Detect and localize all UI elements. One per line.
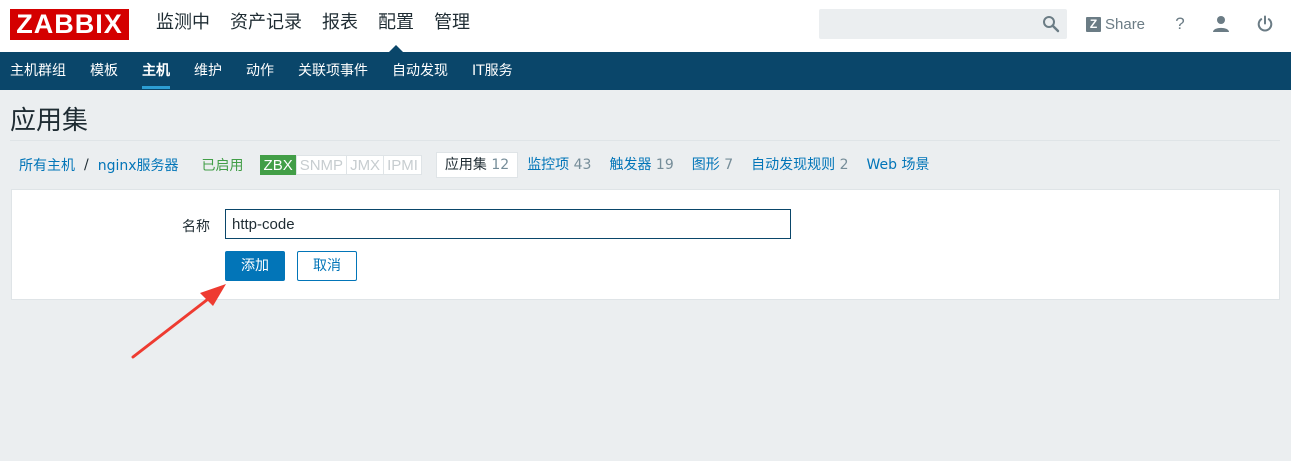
tab-items-count: 43 [573, 157, 592, 173]
tab-discovery-rules-count: 2 [839, 157, 849, 173]
tab-graphs-count: 7 [724, 157, 734, 173]
tab-discovery-rules-label: 自动发现规则 [751, 157, 836, 173]
main-menu-administration[interactable]: 管理 [424, 0, 480, 52]
share-label: Share [1105, 15, 1146, 33]
tab-graphs-label: 图形 [691, 157, 720, 173]
availability-snmp: SNMP [295, 155, 348, 175]
sub-menu-actions[interactable]: 动作 [234, 52, 286, 90]
tab-discovery-rules[interactable]: 自动发现规则 2 [742, 152, 857, 178]
cancel-button[interactable]: 取消 [297, 251, 357, 281]
availability-ipmi: IPMI [383, 155, 422, 175]
tab-triggers-label: 触发器 [609, 157, 652, 173]
sign-out-power-icon[interactable] [1254, 13, 1276, 35]
user-profile-icon[interactable] [1210, 13, 1232, 35]
name-input[interactable] [225, 209, 791, 239]
tab-items[interactable]: 监控项 43 [518, 152, 600, 178]
main-menu: 监测中 资产记录 报表 配置 管理 [146, 0, 480, 52]
main-menu-monitoring[interactable]: 监测中 [146, 0, 220, 52]
sub-menu-hosts[interactable]: 主机 [130, 52, 182, 90]
sub-menu: 主机群组 模板 主机 维护 动作 关联项事件 自动发现 IT服务 [0, 52, 1291, 90]
tab-triggers-count: 19 [655, 157, 674, 173]
sub-menu-host-groups[interactable]: 主机群组 [0, 52, 78, 90]
breadcrumb: 所有主机 / nginx服务器 已启用 ZBX SNMP JMX IPMI 应用… [10, 152, 938, 178]
sub-menu-discovery[interactable]: 自动发现 [380, 52, 460, 90]
availability-jmx: JMX [346, 155, 385, 175]
tab-items-label: 监控项 [527, 157, 570, 173]
sub-menu-it-services[interactable]: IT服务 [460, 52, 525, 90]
host-status-enabled[interactable]: 已启用 [188, 155, 260, 175]
tab-web-scenarios-label: Web 场景 [866, 157, 930, 173]
tab-applications-count: 12 [491, 157, 510, 173]
application-form: 名称 添加 取消 [11, 189, 1280, 300]
breadcrumb-all-hosts[interactable]: 所有主机 [10, 155, 84, 175]
main-menu-reports[interactable]: 报表 [312, 0, 368, 52]
help-icon[interactable]: ? [1169, 13, 1191, 35]
sub-menu-templates[interactable]: 模板 [78, 52, 130, 90]
add-button[interactable]: 添加 [225, 251, 285, 281]
top-bar: ZABBIX 监测中 资产记录 报表 配置 管理 Z Share ? [0, 0, 1291, 52]
zabbix-share-icon: Z [1086, 16, 1101, 32]
page-title: 应用集 [10, 106, 89, 136]
tab-triggers[interactable]: 触发器 19 [600, 152, 682, 178]
tab-web-scenarios[interactable]: Web 场景 [858, 152, 939, 178]
search-input[interactable] [819, 9, 1067, 39]
name-label: 名称 [182, 219, 210, 235]
availability-zbx: ZBX [259, 155, 297, 175]
main-menu-configuration[interactable]: 配置 [368, 0, 424, 52]
sub-menu-event-correlation[interactable]: 关联项事件 [286, 52, 380, 90]
zabbix-logo[interactable]: ZABBIX [10, 9, 129, 40]
share-link[interactable]: Z Share [1086, 13, 1145, 35]
title-divider [10, 140, 1280, 141]
breadcrumb-host[interactable]: nginx服务器 [89, 155, 188, 175]
tab-applications[interactable]: 应用集 12 [435, 152, 519, 178]
main-menu-inventory[interactable]: 资产记录 [220, 0, 312, 52]
tab-graphs[interactable]: 图形 7 [683, 152, 742, 178]
sub-menu-maintenance[interactable]: 维护 [182, 52, 234, 90]
tab-applications-label: 应用集 [444, 157, 487, 173]
search-icon[interactable] [1042, 15, 1060, 33]
availability-indicators: ZBX SNMP JMX IPMI [259, 155, 422, 175]
